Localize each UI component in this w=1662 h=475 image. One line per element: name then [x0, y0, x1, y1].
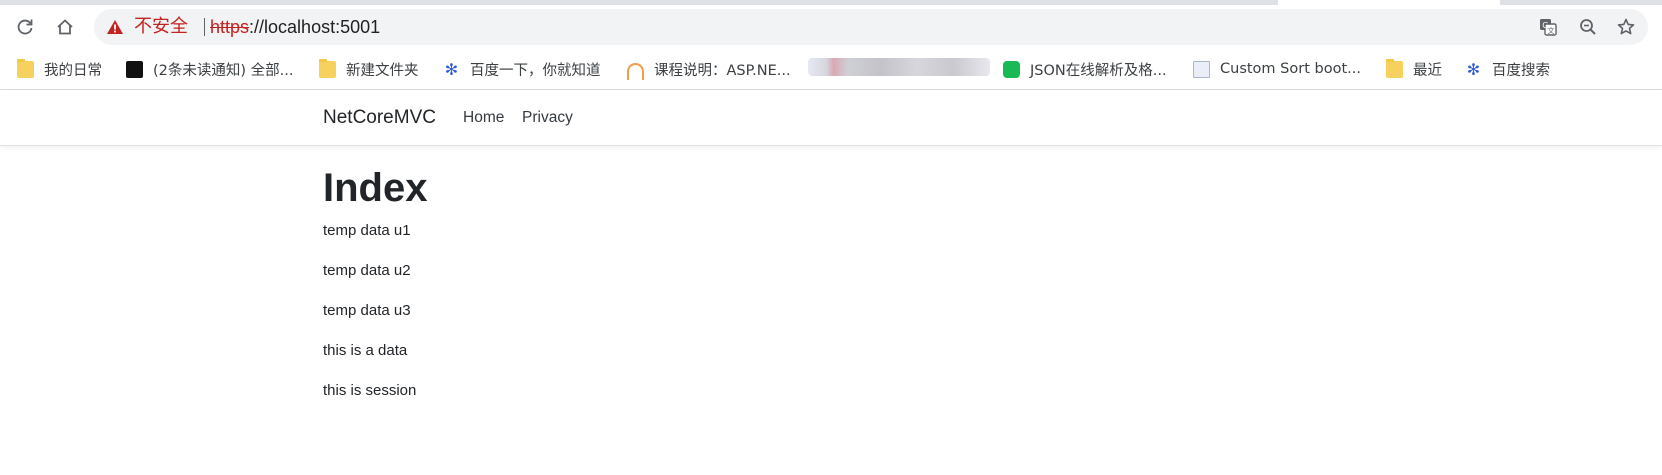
blurred-bookmark[interactable] — [808, 58, 990, 76]
bookmark-label: 我的日常 — [44, 62, 102, 79]
main-content: Index temp data u1 temp data u2 temp dat… — [323, 164, 1323, 399]
folder-icon — [319, 58, 336, 78]
bookmark-item[interactable]: JSON在线解析及格... — [1003, 57, 1167, 81]
star-icon — [1617, 18, 1635, 35]
site-navbar: NetCoreMVC Home Privacy — [0, 90, 1662, 146]
nav-link-privacy[interactable]: Privacy — [522, 108, 573, 128]
bookmark-label: 课程说明：ASP.NE... — [654, 62, 791, 79]
bookmark-item[interactable]: (2条未读通知) 全部... — [126, 57, 293, 81]
bookmark-star-button[interactable] — [1614, 15, 1638, 39]
json-icon — [1003, 60, 1020, 78]
browser-chrome: 不安全 https://localhost:5001 G 文 我的日常 (2条未… — [0, 0, 1662, 90]
bookmark-label: 新建文件夹 — [346, 62, 419, 79]
content-line: this is session — [323, 382, 417, 399]
content-line: temp data u3 — [323, 302, 411, 319]
url-scheme: https — [210, 17, 250, 37]
site-brand-link[interactable]: NetCoreMVC — [323, 106, 436, 130]
svg-text:文: 文 — [1548, 26, 1555, 35]
translate-button[interactable]: G 文 — [1536, 15, 1560, 39]
home-icon — [57, 19, 73, 35]
content-line: temp data u2 — [323, 262, 411, 279]
reload-icon — [17, 19, 33, 35]
bookmark-item[interactable]: ✻ 百度一下，你就知道 — [443, 57, 601, 81]
bookmark-label: 最近 — [1413, 62, 1442, 79]
bookmark-item[interactable]: 最近 — [1386, 57, 1442, 81]
baidu-icon: ✻ — [444, 59, 459, 79]
content-line: this is a data — [323, 342, 408, 359]
bookmark-label: JSON在线解析及格... — [1030, 62, 1167, 79]
baidu-icon: ✻ — [1466, 59, 1481, 79]
zoom-out-icon — [1580, 19, 1596, 35]
document-icon — [1193, 60, 1210, 78]
bookmark-item[interactable]: ✻ 百度搜索 — [1465, 57, 1550, 81]
folder-icon — [17, 58, 34, 78]
home-button[interactable] — [50, 12, 80, 42]
bookmark-item[interactable]: 我的日常 — [17, 57, 102, 81]
url-text[interactable]: https://localhost:5001 — [210, 16, 380, 38]
bridge-icon — [627, 62, 644, 80]
nav-link-home[interactable]: Home — [463, 108, 504, 128]
omnibox-separator — [204, 16, 205, 38]
folder-icon — [1386, 58, 1403, 78]
content-line: temp data u1 — [323, 222, 411, 239]
warning-triangle-icon — [107, 20, 123, 34]
bookmark-item[interactable]: 新建文件夹 — [319, 57, 419, 81]
reload-button[interactable] — [10, 12, 40, 42]
bookmark-label: 百度搜索 — [1492, 62, 1550, 79]
site-icon — [126, 60, 143, 78]
address-bar[interactable]: 不安全 https://localhost:5001 G 文 — [94, 9, 1648, 45]
security-status[interactable]: 不安全 — [134, 17, 188, 37]
bookmark-label: Custom Sort boot... — [1220, 61, 1361, 77]
browser-toolbar: 不安全 https://localhost:5001 G 文 — [0, 5, 1662, 49]
bookmark-label: 百度一下，你就知道 — [470, 62, 601, 79]
page-title: Index — [323, 166, 428, 210]
translate-icon: G 文 — [1540, 19, 1557, 36]
url-host: ://localhost:5001 — [249, 17, 381, 37]
bookmark-item[interactable]: 课程说明：ASP.NE... — [627, 57, 791, 81]
zoom-button[interactable] — [1576, 15, 1600, 39]
bookmark-item[interactable]: Custom Sort boot... — [1193, 57, 1361, 81]
bookmark-label: (2条未读通知) 全部... — [153, 62, 294, 79]
